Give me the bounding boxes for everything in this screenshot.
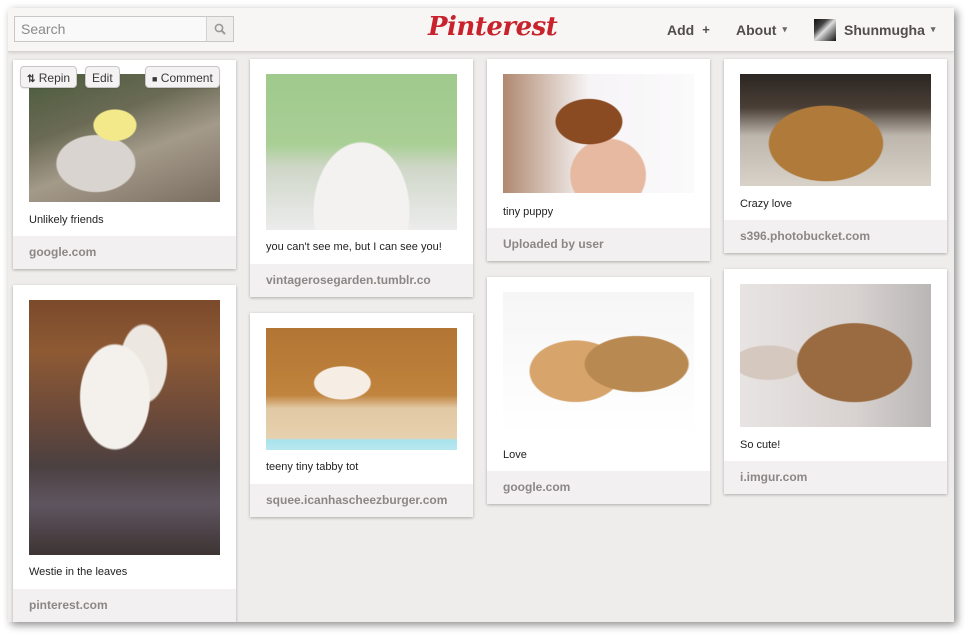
pin-source-link[interactable]: squee.icanhascheezburger.com: [250, 484, 473, 517]
pin-image[interactable]: [266, 328, 457, 450]
pin-description: tiny puppy: [503, 206, 554, 218]
pin-source-link[interactable]: Uploaded by user: [487, 228, 710, 261]
pin-image[interactable]: [740, 74, 931, 186]
nav-add-label: Add: [667, 21, 695, 38]
pin-description: Love: [503, 449, 527, 461]
pin-source-link[interactable]: vintagerosegarden.tumblr.co: [250, 264, 473, 297]
pin-source-link[interactable]: s396.photobucket.com: [724, 220, 947, 253]
pin-description: So cute!: [740, 439, 781, 451]
pin-description: Unlikely friends: [29, 214, 104, 226]
pin-image[interactable]: [29, 74, 220, 202]
pin-source-link[interactable]: google.com: [487, 471, 710, 504]
pin-image[interactable]: [503, 292, 694, 436]
nav-user-menu[interactable]: Shunmugha ▾: [814, 8, 935, 51]
pin-card[interactable]: you can't see me, but I can see you! vin…: [250, 59, 473, 297]
search-button[interactable]: [206, 17, 233, 41]
pin-image[interactable]: [29, 300, 220, 555]
repin-button[interactable]: ⇅ Repin: [20, 66, 78, 88]
chevron-down-icon: ▾: [930, 24, 936, 34]
pin-card[interactable]: Crazy love s396.photobucket.com: [724, 59, 947, 253]
user-name: Shunmugha: [844, 21, 925, 38]
pin-card[interactable]: So cute! i.imgur.com: [724, 269, 947, 494]
pin-description: Crazy love: [740, 198, 792, 210]
pin-card[interactable]: teeny tiny tabby tot squee.icanhascheezb…: [250, 313, 473, 517]
comment-label: Comment: [160, 71, 213, 85]
chevron-down-icon: ▾: [782, 24, 787, 34]
pinterest-logo[interactable]: Pinterest: [428, 12, 558, 42]
edit-button[interactable]: Edit: [85, 66, 120, 88]
pin-card[interactable]: Love google.com: [487, 277, 710, 504]
pin-description: teeny tiny tabby tot: [266, 461, 359, 473]
pin-source-link[interactable]: i.imgur.com: [724, 461, 947, 494]
pin-image[interactable]: [740, 284, 931, 427]
search-box: [14, 16, 234, 42]
repin-label: Repin: [38, 71, 71, 85]
search-icon: [214, 23, 226, 35]
pin-image[interactable]: [503, 74, 694, 193]
comment-button[interactable]: ■ Comment: [145, 66, 220, 88]
pin-description: you can't see me, but I can see you!: [266, 241, 442, 253]
plus-icon: +: [702, 22, 710, 37]
pin-description: Westie in the leaves: [29, 566, 128, 578]
pin-card[interactable]: tiny puppy Uploaded by user: [487, 59, 710, 261]
pin-source-link[interactable]: google.com: [13, 236, 236, 269]
top-header: Pinterest Add + About ▾ Shunmugha ▾: [8, 8, 954, 52]
edit-label: Edit: [92, 71, 113, 85]
browser-window: Pinterest Add + About ▾ Shunmugha ▾ ⇅ Re…: [8, 8, 954, 622]
nav-about-label: About: [736, 21, 777, 38]
repin-icon: ⇅: [27, 74, 36, 85]
nav-about-menu[interactable]: About ▾: [736, 8, 787, 51]
pin-image[interactable]: [266, 74, 457, 230]
avatar: [814, 18, 836, 41]
nav-add-button[interactable]: Add +: [667, 8, 710, 51]
search-input[interactable]: [15, 17, 207, 41]
pin-source-link[interactable]: pinterest.com: [13, 589, 236, 622]
comment-icon: ■: [152, 74, 158, 84]
pin-card[interactable]: ⇅ Repin Edit ■ Comment Unlikely friends …: [13, 60, 236, 269]
pin-card[interactable]: Westie in the leaves pinterest.com: [13, 285, 236, 622]
